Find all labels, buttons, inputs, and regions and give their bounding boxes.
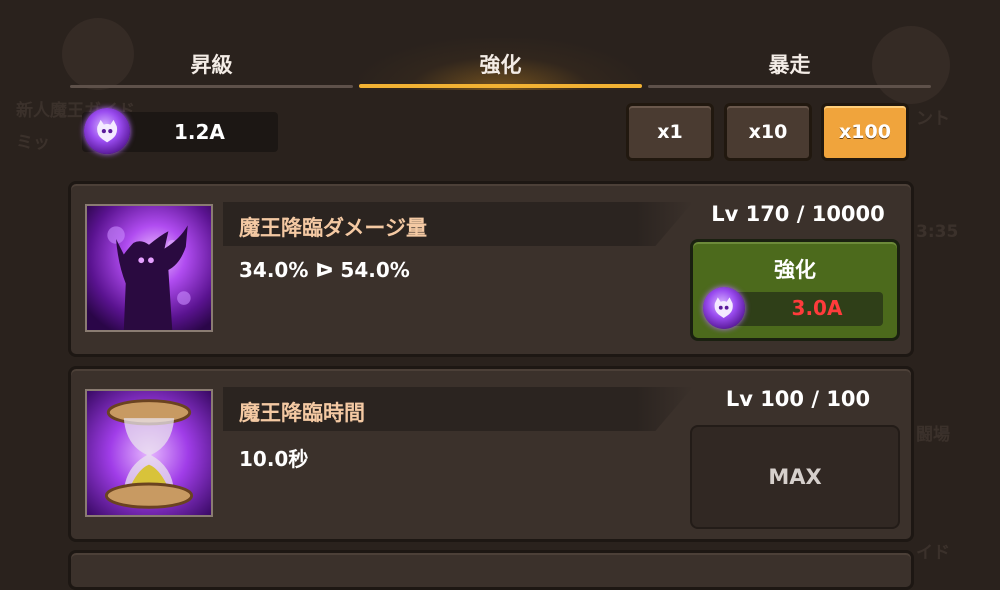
multiplier-x100-label: x100: [839, 121, 891, 143]
tab-promote-label: 昇級: [190, 53, 233, 77]
tab-enhance-label: 強化: [479, 53, 522, 77]
currency-display: 1.2A: [82, 108, 278, 154]
multiplier-x1-label: x1: [657, 121, 683, 143]
tab-promote[interactable]: 昇級: [70, 38, 353, 90]
enhance-button-label: 強化: [774, 258, 816, 282]
bg-mission-label: ミッ: [16, 133, 50, 153]
max-status: MAX: [690, 425, 900, 529]
skill-card-damage: 魔王降臨ダメージ量 34.0% ᐅ 54.0% Lv 170 / 10000 強…: [68, 181, 914, 357]
tab-rampage[interactable]: 暴走: [648, 38, 931, 90]
currency-value: 1.2A: [174, 120, 225, 144]
bg-guide2-label: イド: [916, 543, 950, 563]
tab-rampage-label: 暴走: [768, 53, 811, 77]
multiplier-x10-label: x10: [748, 121, 788, 143]
enhance-button[interactable]: 強化 3.0A: [690, 239, 900, 341]
tab-enhance-underline: [359, 84, 642, 88]
enhance-cost: 3.0A: [791, 296, 843, 320]
tab-rampage-underline: [648, 85, 931, 88]
max-label: MAX: [768, 465, 822, 489]
bg-arena-label: 闘場: [916, 425, 950, 445]
multiplier-x10-button[interactable]: x10: [724, 103, 812, 161]
skill-value: 10.0秒: [239, 447, 309, 471]
hourglass-icon: [85, 389, 213, 517]
skill-title: 魔王降臨時間: [239, 401, 365, 425]
tab-promote-underline: [70, 85, 353, 88]
bg-event-label: ント: [916, 109, 950, 129]
multiplier-x1-button[interactable]: x1: [626, 103, 714, 161]
multiplier-x100-button[interactable]: x100: [821, 103, 909, 161]
skill-level: Lv 100 / 100: [725, 387, 871, 411]
tab-enhance[interactable]: 強化: [359, 38, 642, 90]
bg-timer-label: 3:35: [916, 222, 959, 242]
cost-bar: 3.0A: [703, 287, 883, 329]
skill-title: 魔王降臨ダメージ量: [239, 216, 427, 240]
demon-gem-icon: [84, 108, 130, 154]
skill-card-duration: 魔王降臨時間 10.0秒 Lv 100 / 100 MAX: [68, 366, 914, 542]
skill-level: Lv 170 / 10000: [711, 202, 885, 226]
demon-silhouette-icon: [85, 204, 213, 332]
skill-card-partial: [68, 550, 914, 590]
skill-value: 34.0% ᐅ 54.0%: [239, 258, 410, 282]
